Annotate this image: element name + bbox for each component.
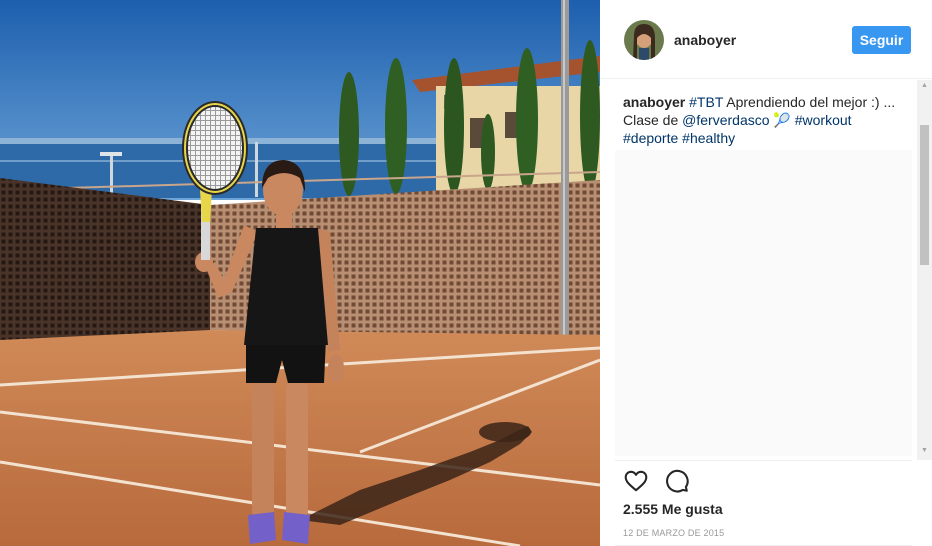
scroll-down-arrow-icon[interactable]: ▼ — [917, 445, 932, 457]
scroll-up-arrow-icon[interactable]: ▲ — [917, 80, 932, 92]
hashtag-workout[interactable]: #workout — [795, 112, 852, 128]
actions-divider — [615, 460, 912, 461]
post-header: anaboyer Seguir — [600, 0, 932, 79]
post-caption: anaboyer #TBT Aprendiendo del mejor :) .… — [623, 93, 903, 147]
comments-section[interactable]: anaboyer #TBT Aprendiendo del mejor :) .… — [600, 80, 932, 460]
tennis-court-photo — [0, 0, 600, 546]
likes-count[interactable]: 2.555 Me gusta — [623, 501, 723, 517]
comment-list — [615, 150, 912, 456]
avatar[interactable] — [624, 20, 664, 60]
post-sidebar: anaboyer Seguir anaboyer #TBT Aprendiend… — [600, 0, 932, 546]
caption-username[interactable]: anaboyer — [623, 94, 685, 110]
hashtag-deporte[interactable]: #deporte — [623, 130, 678, 146]
comments-scrollbar[interactable]: ▲ ▼ — [917, 80, 932, 460]
hashtag-healthy[interactable]: #healthy — [682, 130, 735, 146]
mention-ferverdasco[interactable]: @ferverdasco — [682, 112, 769, 128]
post-photo[interactable] — [0, 0, 600, 546]
hashtag-tbt[interactable]: #TBT — [689, 94, 723, 110]
tennis-emoji-icon: 🎾 — [769, 112, 795, 128]
comment-bubble-icon[interactable] — [664, 468, 690, 494]
post-date[interactable]: 12 DE MARZO DE 2015 — [623, 528, 724, 538]
follow-button[interactable]: Seguir — [852, 26, 911, 54]
username-link[interactable]: anaboyer — [674, 32, 736, 48]
heart-icon[interactable] — [623, 468, 649, 494]
scroll-thumb[interactable] — [920, 125, 929, 265]
